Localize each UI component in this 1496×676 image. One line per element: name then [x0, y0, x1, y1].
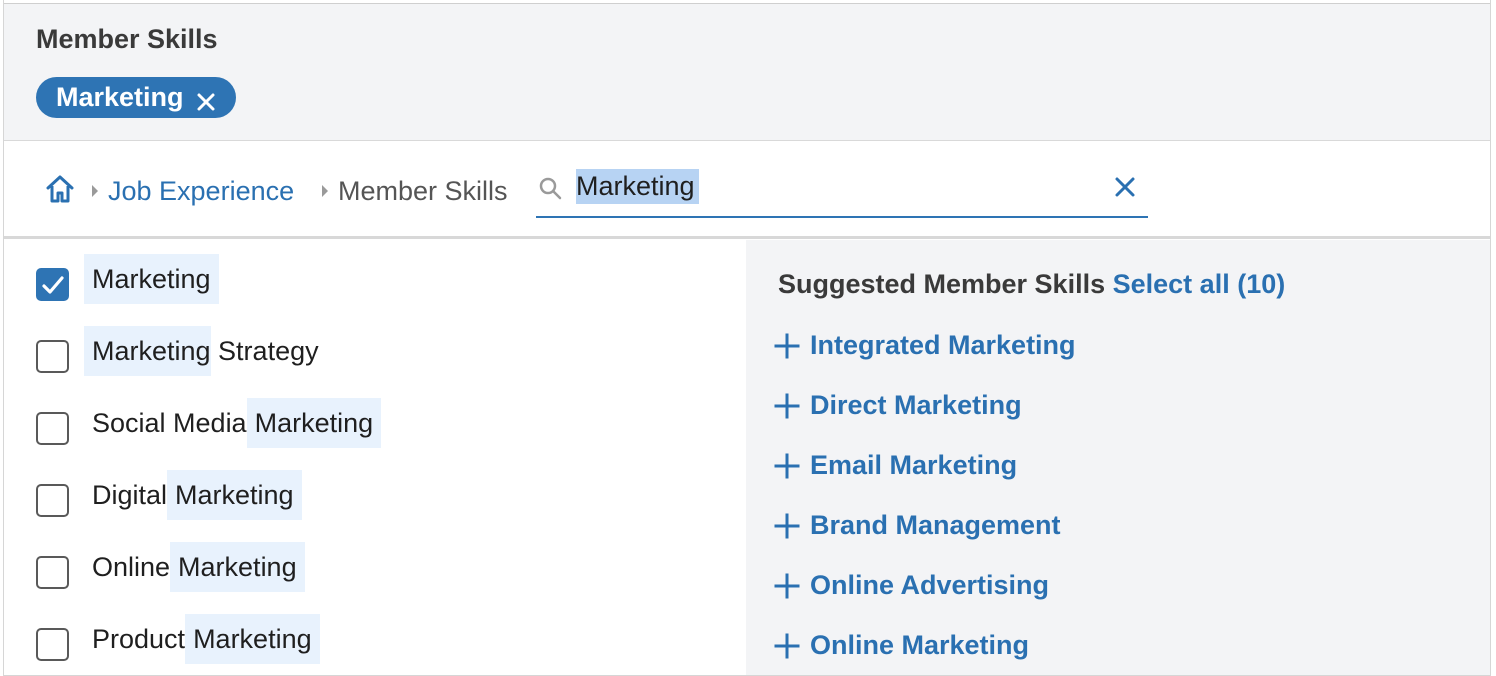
list-item[interactable]: Online Marketing [4, 542, 746, 602]
suggestion-item[interactable]: Brand Management [774, 510, 1061, 541]
suggestion-label: Integrated Marketing [810, 330, 1076, 360]
checkbox-checked[interactable] [36, 268, 69, 301]
skill-label[interactable]: Social Media Marketing [84, 398, 382, 448]
suggestion-label: Brand Management [810, 510, 1061, 540]
plus-icon [774, 573, 800, 598]
chevron-right-icon [322, 185, 328, 197]
suggestion-item[interactable]: Online Advertising [774, 570, 1049, 601]
suggestion-label: Email Marketing [810, 450, 1018, 480]
breadcrumb-search-bar: Job Experience Member Skills Marketing [4, 142, 1490, 239]
search-input[interactable]: Marketing [576, 171, 695, 202]
label-prefix: Social Media [92, 407, 247, 438]
checkbox[interactable] [36, 484, 69, 517]
skill-label[interactable]: Product Marketing [84, 614, 320, 664]
select-all-link[interactable]: Select all (10) [1113, 269, 1286, 299]
checkbox[interactable] [36, 412, 69, 445]
breadcrumb-current: Member Skills [338, 176, 508, 206]
chevron-right-icon [92, 185, 98, 197]
suggestion-label: Online Advertising [810, 570, 1050, 600]
skills-filter-panel: Member Skills Marketing Job Experience M… [3, 0, 1491, 676]
skill-label[interactable]: Marketing [84, 254, 219, 304]
list-item[interactable]: Product Marketing [4, 614, 746, 674]
selected-skills-header: Member Skills Marketing [4, 3, 1490, 141]
label-match-highlight: Marketing [167, 470, 302, 520]
home-icon[interactable] [44, 174, 76, 204]
suggestion-item[interactable]: Direct Marketing [774, 390, 1022, 421]
suggested-skills-panel: Suggested Member Skills Select all (10) … [746, 240, 1490, 675]
label-prefix: Product [92, 623, 186, 654]
skill-label[interactable]: Marketing Strategy [84, 326, 319, 376]
skill-label[interactable]: Digital Marketing [84, 470, 302, 520]
label-match-highlight: Marketing [246, 398, 382, 448]
search-icon [538, 176, 564, 202]
suggestion-label: Online Marketing [810, 630, 1030, 660]
skill-search[interactable]: Marketing [536, 164, 1148, 218]
plus-icon [774, 513, 800, 538]
suggestion-item[interactable]: Email Marketing [774, 450, 1017, 481]
section-title: Member Skills [36, 24, 218, 54]
selected-skill-label: Marketing [56, 82, 184, 112]
clear-search-icon[interactable] [1112, 174, 1138, 200]
check-icon [42, 276, 64, 294]
list-item[interactable]: Marketing [4, 254, 746, 314]
suggestion-item[interactable]: Online Marketing [774, 630, 1029, 661]
label-match-highlight: Marketing [185, 614, 320, 664]
suggestion-label: Direct Marketing [810, 390, 1022, 420]
list-item[interactable]: Marketing Strategy [4, 326, 746, 386]
plus-icon [774, 633, 800, 658]
list-item[interactable]: Social Media Marketing [4, 398, 746, 458]
skill-label[interactable]: Online Marketing [84, 542, 305, 592]
label-match-highlight: Marketing [84, 254, 219, 304]
breadcrumb-job-experience[interactable]: Job Experience [108, 176, 294, 207]
suggestion-item[interactable]: Integrated Marketing [774, 330, 1076, 361]
checkbox[interactable] [36, 628, 69, 661]
list-item[interactable]: Digital Marketing [4, 470, 746, 530]
suggested-skills-title: Suggested Member Skills Select all (10) [778, 269, 1285, 300]
selected-skill-pill[interactable]: Marketing [36, 77, 236, 118]
suggested-title-text: Suggested Member Skills [778, 269, 1106, 299]
label-prefix: Online [92, 551, 171, 582]
label-match-highlight: Marketing [84, 326, 211, 376]
plus-icon [774, 333, 800, 358]
skill-results-list: Marketing Marketing Strategy Social Media M… [4, 240, 746, 675]
label-match-highlight: Marketing [170, 542, 305, 592]
checkbox[interactable] [36, 556, 69, 589]
plus-icon [774, 453, 800, 478]
label-prefix: Digital [92, 479, 168, 510]
label-suffix: Strategy [210, 335, 319, 366]
plus-icon [774, 393, 800, 418]
remove-icon[interactable] [196, 88, 216, 110]
checkbox[interactable] [36, 340, 69, 373]
